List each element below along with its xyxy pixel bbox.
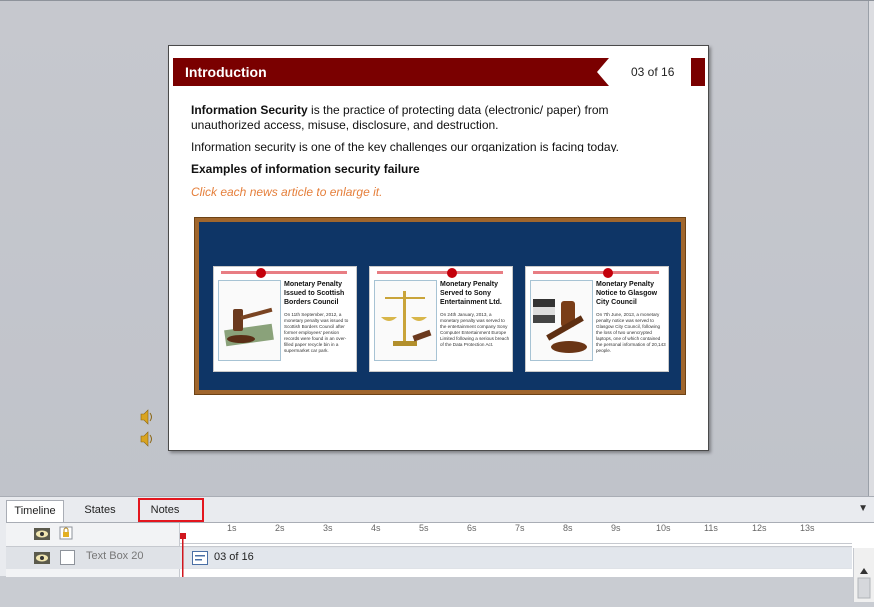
news-article-1[interactable]: Monetary Penalty Issued to Scottish Bord… — [213, 266, 357, 372]
layer-name: Text Box 20 — [86, 550, 144, 562]
page-counter-tab: 03 of 16 — [597, 58, 691, 86]
ruler-tick: 1s — [227, 523, 237, 533]
ruler-tick: 4s — [371, 523, 381, 533]
bottom-panel: Timeline States Notes ▼ 1s 2s 3s 4s 5s 6… — [0, 496, 874, 602]
speaker-icon[interactable] — [140, 409, 155, 425]
timeline-ruler[interactable]: 1s 2s 3s 4s 5s 6s 7s 8s 9s 10s 11s 12s 1… — [180, 523, 852, 544]
ruler-tick: 10s — [656, 523, 671, 533]
timeline-item[interactable]: 03 of 16 — [188, 549, 848, 567]
pin-icon — [603, 268, 613, 278]
card-strip — [377, 271, 503, 274]
eye-icon[interactable] — [34, 527, 50, 540]
ruler-tick: 3s — [323, 523, 333, 533]
lock-toggle-box[interactable] — [60, 550, 75, 565]
slide-title: Introduction — [185, 64, 267, 80]
slide-stage: Introduction 03 of 16 Information Securi… — [0, 0, 874, 497]
page-counter: 03 of 16 — [631, 65, 675, 79]
card-strip — [221, 271, 347, 274]
ruler-tick: 8s — [563, 523, 573, 533]
tab-states[interactable]: States — [72, 500, 128, 521]
news-board-inner: Monetary Penalty Issued to Scottish Bord… — [199, 222, 681, 390]
news-board: Monetary Penalty Issued to Scottish Bord… — [194, 217, 686, 395]
stage-scroll-edge — [868, 1, 874, 497]
ruler-tick: 9s — [611, 523, 621, 533]
article-title: Monetary Penalty Served to Sony Entertai… — [440, 281, 502, 306]
speaker-icon[interactable] — [140, 431, 155, 447]
article-title: Monetary Penalty Issued to Scottish Bord… — [284, 281, 345, 306]
second-paragraph: Information security is one of the key c… — [191, 140, 620, 152]
lock-icon[interactable] — [59, 526, 73, 540]
article-body: On 11th September, 2012, a monetary pena… — [284, 312, 349, 353]
chevron-down-icon[interactable]: ▼ — [858, 503, 868, 514]
ruler-tick: 5s — [419, 523, 429, 533]
ruler-tick: 13s — [800, 523, 815, 533]
pin-icon — [447, 268, 457, 278]
ruler-tick: 6s — [467, 523, 477, 533]
examples-heading: Examples of information security failure — [191, 162, 420, 176]
ruler-tick: 7s — [515, 523, 525, 533]
article-title: Monetary Penalty Notice to Glasgow City … — [596, 281, 658, 306]
pin-icon — [256, 268, 266, 278]
ruler-tick: 11s — [704, 523, 718, 533]
slide-title-bar: Introduction 03 of 16 — [173, 58, 705, 86]
notes-highlight — [138, 498, 204, 522]
card-strip — [533, 271, 659, 274]
ruler-tick: 2s — [275, 523, 285, 533]
timeline-area: 1s 2s 3s 4s 5s 6s 7s 8s 9s 10s 11s 12s 1… — [6, 522, 874, 602]
intro-bold-term: Information Security — [191, 103, 308, 117]
click-hint: Click each news article to enlarge it. — [191, 185, 383, 199]
intro-paragraph: Information Security is the practice of … — [191, 103, 681, 133]
slide-canvas[interactable]: Introduction 03 of 16 Information Securi… — [168, 45, 709, 451]
gavel-money-image — [218, 280, 281, 361]
scales-gavel-image — [374, 280, 437, 361]
news-article-3[interactable]: Monetary Penalty Notice to Glasgow City … — [525, 266, 669, 372]
article-body: On 7th June, 2013, a monetary penalty no… — [596, 312, 666, 353]
article-body: On 24th January, 2013, a monetary penalt… — [440, 312, 510, 347]
ruler-tick: 12s — [752, 523, 767, 533]
playhead-marker[interactable] — [180, 533, 186, 577]
tab-timeline[interactable]: Timeline — [6, 500, 64, 522]
textbox-icon — [192, 551, 208, 565]
eye-icon[interactable] — [34, 551, 50, 564]
timeline-item-label: 03 of 16 — [214, 551, 254, 563]
news-article-2[interactable]: Monetary Penalty Served to Sony Entertai… — [369, 266, 513, 372]
timeline-scrollbar[interactable] — [853, 548, 874, 602]
gavel-books-image — [530, 280, 593, 361]
